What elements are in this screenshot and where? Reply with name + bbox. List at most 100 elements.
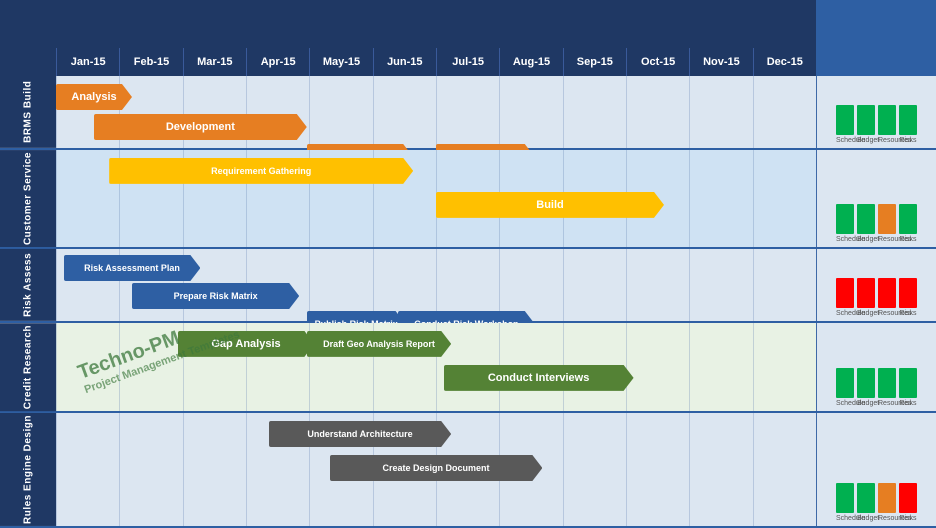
grid-line <box>689 249 690 321</box>
project-row-credit: Credit ResearchTechno-PMProject Manageme… <box>0 323 936 413</box>
health-label-risks: Risks <box>899 310 917 317</box>
grid-line <box>816 413 817 526</box>
health-label-budget: Budget <box>857 400 875 407</box>
gantt-bar-customer-1: Build <box>436 192 664 218</box>
grid-line <box>626 249 627 321</box>
row-label-brms: BRMS Build <box>0 76 56 148</box>
gantt-area-risk: Risk Assessment PlanPrepare Risk MatrixP… <box>56 249 816 321</box>
main-area: BRMS BuildAnalysisDevelopmentQAUASchedul… <box>0 76 936 528</box>
month-cell-Sep-15: Sep-15 <box>563 48 626 76</box>
health-bar-2 <box>878 105 896 135</box>
health-label-schedule: Schedule <box>836 400 854 407</box>
health-label-resources: Resources <box>878 310 896 317</box>
health-bar-2 <box>878 204 896 234</box>
grid-line <box>563 249 564 321</box>
row-label-rules: Rules Engine Design <box>0 413 56 526</box>
row-label-customer: Customer Service <box>0 150 56 247</box>
health-label-resources: Resources <box>878 515 896 522</box>
header <box>0 0 936 48</box>
health-label-risks: Risks <box>899 515 917 522</box>
app-container: Jan-15Feb-15Mar-15Apr-15May-15Jun-15Jul-… <box>0 0 936 528</box>
health-bar-3 <box>899 204 917 234</box>
health-label-schedule: Schedule <box>836 515 854 522</box>
health-bars-credit <box>836 368 917 398</box>
gantt-bar-credit-1: Draft Geo Analysis Report <box>307 331 451 357</box>
grid-line <box>626 413 627 526</box>
grid-line <box>563 413 564 526</box>
health-bars-risk <box>836 278 917 308</box>
health-bar-3 <box>899 278 917 308</box>
health-bar-3 <box>899 105 917 135</box>
grid-line <box>373 249 374 321</box>
grid-line <box>119 323 120 411</box>
project-row-risk: Risk AssessRisk Assessment PlanPrepare R… <box>0 249 936 323</box>
health-bar-3 <box>899 368 917 398</box>
month-cell-Oct-15: Oct-15 <box>626 48 689 76</box>
gantt-area-credit: Techno-PMProject Management TemplatesGap… <box>56 323 816 411</box>
gantt-area-rules: Understand Architecture Create Design Doc… <box>56 413 816 526</box>
gantt-bar-credit-0: Gap Analysis <box>178 331 315 357</box>
grid-line <box>246 413 247 526</box>
health-bar-0 <box>836 368 854 398</box>
health-bar-1 <box>857 105 875 135</box>
grid-line <box>56 413 57 526</box>
month-cell-Aug-15: Aug-15 <box>499 48 562 76</box>
month-cell-Mar-15: Mar-15 <box>183 48 246 76</box>
gantt-bar-rules-1: Create Design Document <box>330 455 543 481</box>
grid-line <box>816 76 817 148</box>
health-bar-1 <box>857 483 875 513</box>
health-bar-1 <box>857 368 875 398</box>
gantt-area-customer: Requirement Gathering Build <box>56 150 816 247</box>
project-health-header <box>816 0 936 48</box>
month-cell-May-15: May-15 <box>309 48 372 76</box>
grid-line <box>753 150 754 247</box>
health-cell-brms: ScheduleBudgetResourcesRisks <box>816 76 936 148</box>
project-row-rules: Rules Engine DesignUnderstand Architectu… <box>0 413 936 528</box>
health-label-resources: Resources <box>878 137 896 144</box>
grid-line <box>56 249 57 321</box>
row-label-credit: Credit Research <box>0 323 56 411</box>
month-row: Jan-15Feb-15Mar-15Apr-15May-15Jun-15Jul-… <box>0 48 936 76</box>
grid-line <box>689 150 690 247</box>
grid-line <box>436 249 437 321</box>
grid-line <box>753 76 754 148</box>
month-cell-Jun-15: Jun-15 <box>373 48 436 76</box>
grid-line <box>689 323 690 411</box>
grid-line <box>436 76 437 148</box>
gantt-area-brms: AnalysisDevelopmentQAUA <box>56 76 816 148</box>
health-cell-rules: ScheduleBudgetResourcesRisks <box>816 413 936 526</box>
grid-line <box>563 76 564 148</box>
grid-line <box>753 413 754 526</box>
grid-line <box>816 323 817 411</box>
gantt-bar-customer-0: Requirement Gathering <box>109 158 413 184</box>
health-bar-2 <box>878 483 896 513</box>
health-bars-rules <box>836 483 917 513</box>
gantt-bar-brms-1: Development <box>94 114 307 140</box>
health-bar-2 <box>878 278 896 308</box>
project-row-customer: Customer Service Requirement Gathering Bui… <box>0 150 936 249</box>
gantt-bar-rules-0: Understand Architecture <box>269 421 451 447</box>
health-bar-0 <box>836 105 854 135</box>
health-bar-1 <box>857 278 875 308</box>
health-bar-3 <box>899 483 917 513</box>
month-cell-Jan-15: Jan-15 <box>56 48 119 76</box>
health-bar-1 <box>857 204 875 234</box>
rows-area: BRMS BuildAnalysisDevelopmentQAUASchedul… <box>0 76 936 528</box>
row-label-risk: Risk Assess <box>0 249 56 321</box>
grid-line <box>626 323 627 411</box>
grid-line <box>499 76 500 148</box>
health-label-resources: Resources <box>878 400 896 407</box>
month-cell-Feb-15: Feb-15 <box>119 48 182 76</box>
grid-line <box>56 323 57 411</box>
health-label-risks: Risks <box>899 236 917 243</box>
project-health-col-header <box>816 48 936 76</box>
health-label-schedule: Schedule <box>836 137 854 144</box>
gantt-bar-credit-2: Conduct Interviews <box>444 365 634 391</box>
grid-line <box>816 150 817 247</box>
grid-line <box>753 249 754 321</box>
health-label-budget: Budget <box>857 236 875 243</box>
health-bar-0 <box>836 204 854 234</box>
grid-line <box>56 150 57 247</box>
health-label-budget: Budget <box>857 137 875 144</box>
grid-line <box>626 76 627 148</box>
